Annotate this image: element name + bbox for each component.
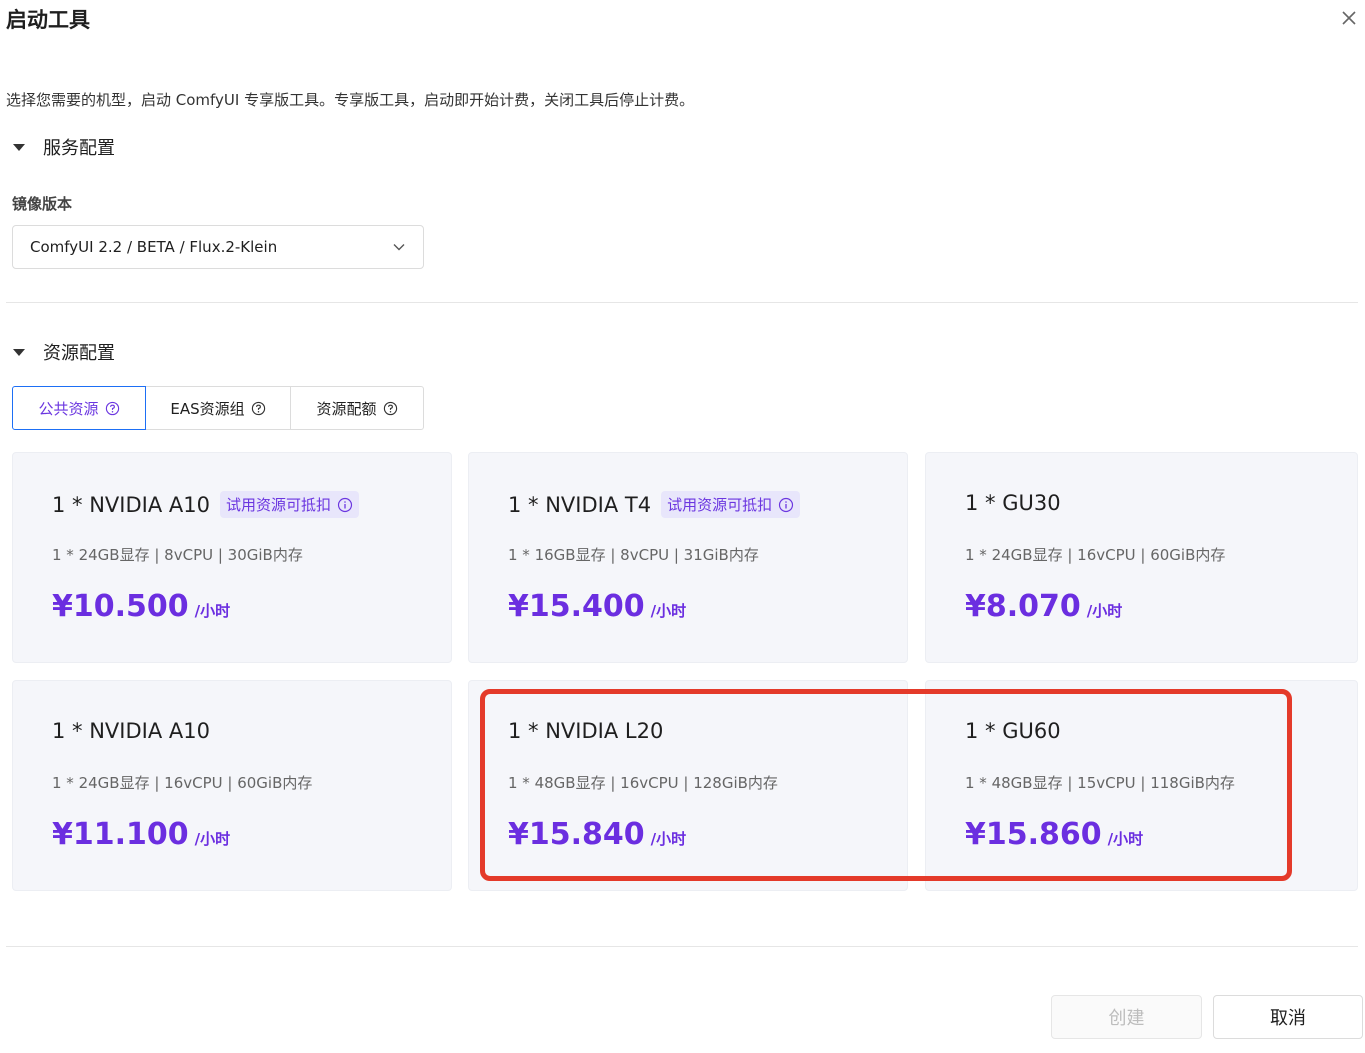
tab-label: 公共资源 (38, 399, 99, 418)
chevron-down-icon (393, 244, 405, 251)
dialog-title: 启动工具 (6, 8, 90, 32)
price-amount: ¥11.100 (52, 817, 189, 852)
tab-eas-resource-group[interactable]: EAS资源组 (145, 386, 291, 430)
badge-label: 试用资源可抵扣 (225, 496, 331, 514)
service-config-toggle[interactable]: 服务配置 (12, 133, 115, 161)
dialog-description: 选择您需要的机型，启动 ComfyUI 专享版工具。专享版工具，启动即开始计费，… (6, 91, 695, 109)
help-circle-icon[interactable] (251, 401, 266, 416)
price-amount: ¥15.840 (508, 817, 645, 852)
resource-card-a10-8vcpu[interactable]: 1 * NVIDIA A10 试用资源可抵扣 1 * 24GB显存 | 8vCP… (12, 452, 452, 663)
badge-label: 试用资源可抵扣 (667, 496, 773, 514)
launch-tool-dialog: 启动工具 选择您需要的机型，启动 ComfyUI 专享版工具。专享版工具，启动即… (0, 0, 1365, 1053)
price-amount: ¥15.860 (965, 817, 1102, 852)
image-version-label: 镜像版本 (12, 195, 73, 213)
card-spec: 1 * 24GB显存 | 16vCPU | 60GiB内存 (52, 774, 313, 792)
card-price: ¥11.100 /小时 (52, 817, 230, 852)
card-name: 1 * NVIDIA T4 (508, 492, 652, 517)
resource-card-l20[interactable]: 1 * NVIDIA L20 1 * 48GB显存 | 16vCPU | 128… (468, 680, 908, 891)
card-name: 1 * NVIDIA A10 (52, 492, 210, 517)
image-version-value: ComfyUI 2.2 / BETA / Flux.2-Klein (30, 238, 278, 256)
image-version-select[interactable]: ComfyUI 2.2 / BETA / Flux.2-Klein (12, 225, 424, 269)
card-name: 1 * NVIDIA L20 (508, 719, 664, 743)
card-spec: 1 * 16GB显存 | 8vCPU | 31GiB内存 (508, 546, 759, 564)
cancel-button[interactable]: 取消 (1213, 995, 1363, 1039)
card-title: 1 * NVIDIA L20 (508, 719, 663, 743)
help-circle-icon[interactable] (383, 401, 398, 416)
caret-down-icon (13, 349, 25, 356)
price-unit: /小时 (194, 830, 231, 848)
help-circle-icon[interactable] (105, 401, 120, 416)
tab-resource-quota[interactable]: 资源配额 (290, 386, 424, 430)
price-unit: /小时 (650, 602, 687, 620)
resource-card-gu30[interactable]: 1 * GU30 1 * 24GB显存 | 16vCPU | 60GiB内存 ¥… (925, 452, 1358, 663)
card-name: 1 * GU30 (965, 491, 1061, 515)
card-price: ¥15.840 /小时 (508, 817, 686, 852)
card-spec: 1 * 24GB显存 | 8vCPU | 30GiB内存 (52, 546, 303, 564)
tab-label: 资源配额 (316, 399, 377, 418)
card-name: 1 * GU60 (965, 719, 1061, 743)
tab-public-resource[interactable]: 公共资源 (12, 386, 146, 430)
service-config-header: 服务配置 (43, 138, 115, 159)
resource-config-toggle[interactable]: 资源配置 (12, 338, 115, 366)
divider (6, 302, 1358, 303)
price-unit: /小时 (650, 830, 687, 848)
create-button[interactable]: 创建 (1051, 995, 1202, 1039)
trial-deductible-badge: 试用资源可抵扣 (219, 491, 359, 518)
info-circle-icon[interactable] (337, 497, 353, 513)
card-spec: 1 * 48GB显存 | 15vCPU | 118GiB内存 (965, 774, 1235, 792)
card-name: 1 * NVIDIA A10 (52, 719, 210, 743)
card-title: 1 * NVIDIA A10 (52, 719, 210, 743)
price-unit: /小时 (1086, 602, 1123, 620)
card-price: ¥15.400 /小时 (508, 589, 686, 624)
resource-card-t4[interactable]: 1 * NVIDIA T4 试用资源可抵扣 1 * 16GB显存 | 8vCPU… (468, 452, 908, 663)
card-title: 1 * GU30 (965, 491, 1061, 515)
card-title: 1 * GU60 (965, 719, 1061, 743)
resource-type-tabs: 公共资源 EAS资源组 资源配额 (12, 386, 424, 430)
resource-config-header: 资源配置 (43, 343, 115, 364)
price-amount: ¥10.500 (52, 589, 189, 624)
card-spec: 1 * 48GB显存 | 16vCPU | 128GiB内存 (508, 774, 778, 792)
card-spec: 1 * 24GB显存 | 16vCPU | 60GiB内存 (965, 546, 1226, 564)
resource-card-gu60[interactable]: 1 * GU60 1 * 48GB显存 | 15vCPU | 118GiB内存 … (925, 680, 1358, 891)
card-price: ¥8.070 /小时 (965, 589, 1122, 624)
price-amount: ¥8.070 (965, 589, 1081, 624)
caret-down-icon (13, 144, 25, 151)
info-circle-icon[interactable] (778, 497, 794, 513)
resource-card-a10-16vcpu[interactable]: 1 * NVIDIA A10 1 * 24GB显存 | 16vCPU | 60G… (12, 680, 452, 891)
tab-label: EAS资源组 (170, 399, 245, 418)
price-amount: ¥15.400 (508, 589, 645, 624)
price-unit: /小时 (1107, 830, 1144, 848)
trial-deductible-badge: 试用资源可抵扣 (661, 491, 801, 518)
card-price: ¥10.500 /小时 (52, 589, 230, 624)
card-price: ¥15.860 /小时 (965, 817, 1143, 852)
divider (6, 946, 1358, 947)
close-icon[interactable] (1338, 7, 1360, 29)
card-title: 1 * NVIDIA A10 试用资源可抵扣 (52, 491, 359, 518)
card-title: 1 * NVIDIA T4 试用资源可抵扣 (508, 491, 801, 518)
price-unit: /小时 (194, 602, 231, 620)
